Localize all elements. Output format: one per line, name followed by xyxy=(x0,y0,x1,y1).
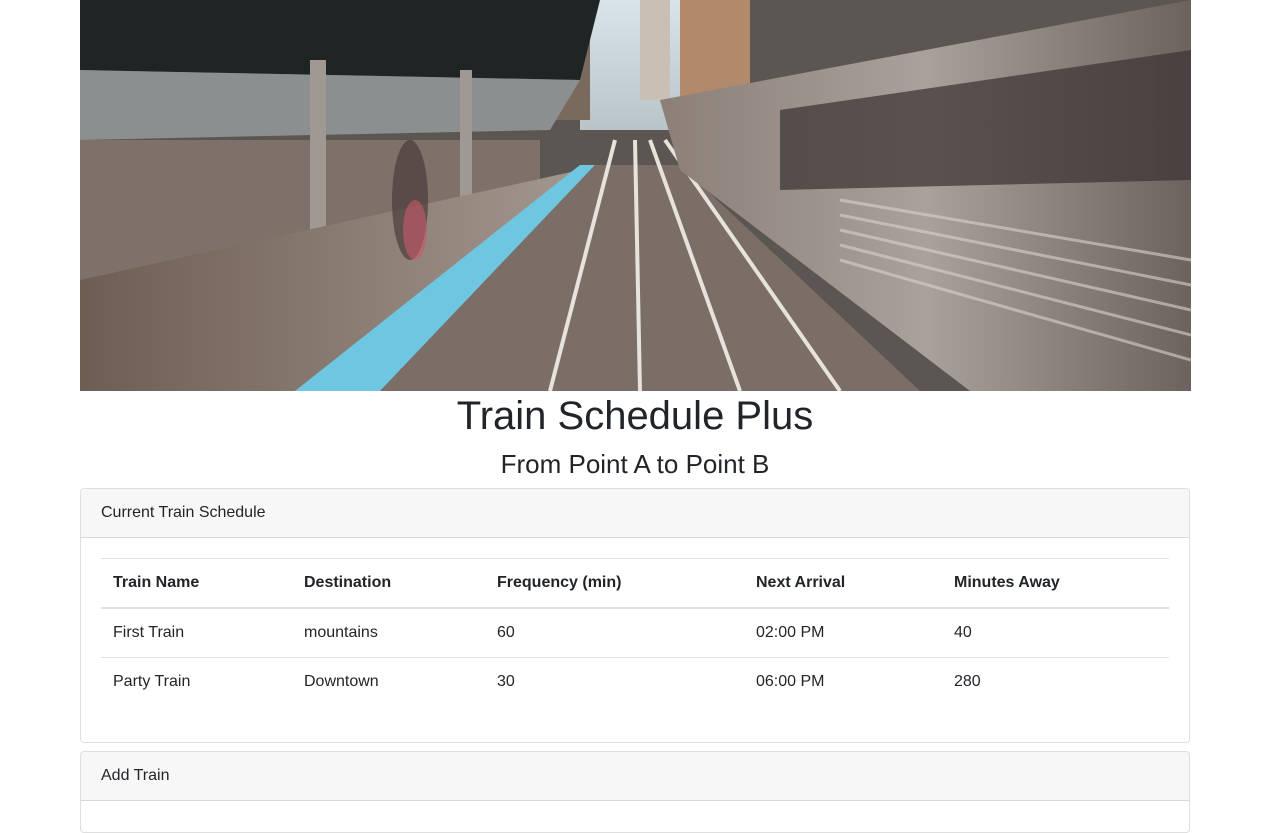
cell-train-name: First Train xyxy=(101,607,292,658)
table-header-row: Train Name Destination Frequency (min) N… xyxy=(101,558,1169,609)
page-subtitle: From Point A to Point B xyxy=(500,449,770,479)
schedule-card: Current Train Schedule Train Name Destin… xyxy=(80,488,1190,743)
cell-minutes-away: 40 xyxy=(942,607,1169,658)
schedule-card-body: Train Name Destination Frequency (min) N… xyxy=(81,538,1189,726)
train-station-illustration xyxy=(80,0,1191,391)
column-header-next-arrival: Next Arrival xyxy=(744,558,942,609)
cell-frequency: 30 xyxy=(485,657,744,706)
hero-image xyxy=(80,0,1191,391)
table-row: Party Train Downtown 30 06:00 PM 280 xyxy=(101,657,1169,706)
cell-destination: Downtown xyxy=(292,657,485,706)
column-header-frequency: Frequency (min) xyxy=(485,558,744,609)
column-header-destination: Destination xyxy=(292,558,485,609)
page-title: Train Schedule Plus xyxy=(456,394,814,438)
add-train-card-header: Add Train xyxy=(81,752,1189,801)
cell-next-arrival: 06:00 PM xyxy=(744,657,942,706)
cell-destination: mountains xyxy=(292,607,485,658)
table-row: First Train mountains 60 02:00 PM 40 xyxy=(101,607,1169,658)
schedule-card-header: Current Train Schedule xyxy=(81,489,1189,538)
page-container: Train Schedule Plus From Point A to Poin… xyxy=(80,0,1191,833)
column-header-train-name: Train Name xyxy=(101,558,292,609)
column-header-minutes-away: Minutes Away xyxy=(942,558,1169,609)
cell-train-name: Party Train xyxy=(101,657,292,706)
add-train-card: Add Train xyxy=(80,751,1190,833)
cell-frequency: 60 xyxy=(485,607,744,658)
schedule-table: Train Name Destination Frequency (min) N… xyxy=(101,558,1169,706)
cell-minutes-away: 280 xyxy=(942,657,1169,706)
cell-next-arrival: 02:00 PM xyxy=(744,607,942,658)
